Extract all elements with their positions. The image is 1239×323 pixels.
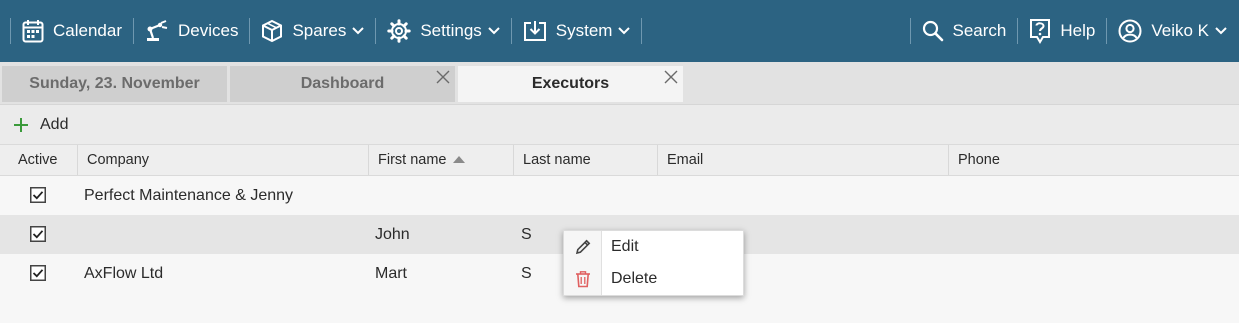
nav-search-label: Search	[952, 21, 1007, 40]
chevron-down-icon	[352, 27, 365, 35]
cell-company: AxFlow Ltd	[84, 264, 164, 282]
top-navigation-bar: Calendar Devices Spares Settings System	[0, 0, 1239, 62]
close-icon[interactable]	[663, 69, 679, 85]
cell-company: Perfect Maintenance & Jenny	[84, 186, 294, 204]
trash-icon	[564, 270, 601, 288]
cell-first-name: Mart	[375, 264, 407, 282]
tab-label: Sunday, 23. November	[29, 75, 200, 92]
close-icon[interactable]	[435, 69, 451, 85]
chevron-down-icon	[488, 27, 500, 35]
nav-user-label: Veiko K	[1151, 21, 1209, 40]
column-header-active[interactable]: Active	[0, 145, 77, 175]
context-menu-delete[interactable]: Delete	[564, 263, 743, 295]
nav-separator	[641, 18, 643, 44]
download-tray-icon	[523, 20, 547, 42]
nav-search[interactable]: Search	[911, 0, 1018, 62]
grid-header: Active Company First name Last name Emai…	[0, 144, 1239, 176]
nav-settings[interactable]: Settings	[376, 0, 510, 62]
context-menu-edit-label: Edit	[611, 238, 639, 255]
gear-icon	[387, 19, 412, 43]
column-header-first-name[interactable]: First name	[368, 145, 513, 175]
active-checkbox[interactable]	[30, 187, 46, 203]
pencil-icon	[564, 238, 601, 256]
context-menu-delete-label: Delete	[611, 270, 658, 287]
tab-bar: Sunday, 23. November Dashboard Executors	[0, 62, 1239, 104]
add-button[interactable]: Add	[12, 105, 68, 145]
active-checkbox[interactable]	[30, 226, 46, 242]
help-icon	[1029, 18, 1051, 44]
context-menu-edit[interactable]: Edit	[564, 231, 743, 263]
chevron-down-icon	[1215, 27, 1227, 35]
chevron-down-icon	[618, 27, 631, 35]
grid-toolbar: Add	[0, 104, 1239, 144]
nav-help[interactable]: Help	[1018, 0, 1106, 62]
tab-executors[interactable]: Executors	[458, 66, 683, 102]
column-header-email[interactable]: Email	[657, 145, 948, 175]
column-header-company[interactable]: Company	[77, 145, 368, 175]
search-icon	[922, 20, 944, 42]
tab-calendar-day[interactable]: Sunday, 23. November	[2, 66, 227, 102]
nav-system-label: System	[555, 21, 613, 40]
nav-help-label: Help	[1060, 21, 1096, 40]
active-checkbox[interactable]	[30, 265, 46, 281]
plus-icon	[12, 116, 30, 134]
robot-arm-icon	[145, 19, 169, 43]
user-avatar-icon	[1118, 19, 1142, 43]
tab-label: Executors	[531, 75, 610, 92]
nav-spares[interactable]: Spares	[250, 0, 375, 62]
table-row[interactable]: Perfect Maintenance & Jenny	[0, 176, 1239, 215]
row-context-menu: Edit Delete	[563, 230, 744, 296]
add-button-label: Add	[40, 116, 69, 133]
cell-last-name: S	[521, 264, 532, 282]
tab-dashboard[interactable]: Dashboard	[230, 66, 455, 102]
cell-last-name: S	[521, 225, 532, 243]
column-header-last-name[interactable]: Last name	[513, 145, 657, 175]
nav-calendar[interactable]: Calendar	[11, 0, 133, 62]
cell-first-name: John	[375, 225, 410, 243]
nav-system[interactable]: System	[512, 0, 642, 62]
column-header-phone[interactable]: Phone	[948, 145, 1239, 175]
nav-devices-label: Devices	[178, 21, 239, 40]
sort-ascending-icon	[452, 156, 465, 164]
tab-label: Dashboard	[300, 75, 385, 92]
calendar-icon	[22, 19, 44, 43]
nav-settings-label: Settings	[420, 21, 482, 40]
box-icon	[261, 19, 283, 43]
nav-devices[interactable]: Devices	[134, 0, 249, 62]
nav-spares-label: Spares	[292, 21, 347, 40]
nav-calendar-label: Calendar	[53, 21, 122, 40]
nav-user-menu[interactable]: Veiko K	[1107, 0, 1239, 62]
